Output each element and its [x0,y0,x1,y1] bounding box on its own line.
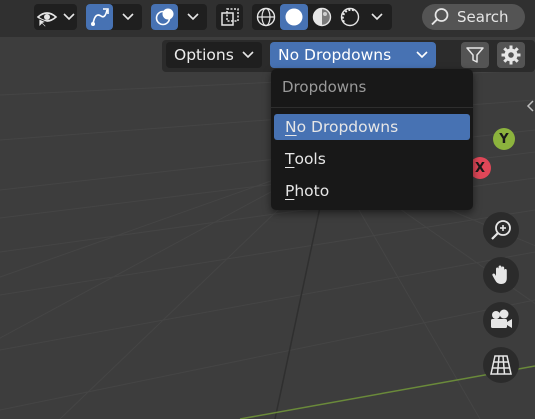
settings-button[interactable] [497,42,525,68]
search-label: Search [457,8,509,26]
menu-item-tools[interactable]: Tools [274,146,470,172]
chevron-down-icon[interactable] [182,4,204,30]
menu-item-label: o Dropdowns [296,118,399,136]
search-button[interactable]: Search [422,4,525,30]
menu-item-mnemonic: P [285,182,295,200]
camera-view-button[interactable] [483,302,519,338]
options-label: Options [174,46,234,64]
dropdowns-menu: Dropdowns No Dropdowns Tools Photo [271,69,473,210]
solid-icon[interactable] [280,4,308,30]
axis-x-label: X [474,160,486,176]
dropdowns-selector[interactable]: No Dropdowns [270,42,436,68]
zoom-icon [491,220,511,240]
options-dropdown[interactable]: Options [166,42,262,68]
chevron-down-icon [242,51,254,59]
eye-pointer-icon[interactable] [34,4,60,30]
menu-item-label: hoto [294,182,330,200]
chevron-down-icon[interactable] [366,4,388,30]
chevron-down-icon[interactable] [117,4,139,30]
menu-item-photo[interactable]: Photo [274,178,470,204]
zoom-button[interactable] [483,212,519,248]
menu-item-label: ools [294,150,326,168]
xray-icon[interactable] [216,4,243,30]
pan-button[interactable] [483,257,519,293]
axis-y-label: Y [499,131,509,147]
menu-item-mnemonic: T [285,150,295,168]
gear-icon [501,45,521,65]
menu-title: Dropdowns [282,78,367,96]
curve-tool-icon[interactable] [86,4,113,30]
menu-divider [271,107,473,108]
chevron-down-icon[interactable] [58,4,80,30]
menu-item-no-dropdowns[interactable]: No Dropdowns [274,114,470,140]
material-icon[interactable] [308,4,336,30]
axis-y-button[interactable]: Y [493,128,515,150]
chevron-down-icon [416,51,428,59]
camera-icon [491,309,512,328]
funnel-icon [466,47,484,63]
perspective-grid-icon [490,355,512,375]
search-icon [431,8,449,26]
perspective-toggle-button[interactable] [483,347,519,383]
wireframe-icon[interactable] [252,4,280,30]
menu-item-mnemonic: N [285,118,297,136]
filter-button[interactable] [461,42,489,68]
overlays-icon[interactable] [151,4,178,30]
chevron-left-icon [526,100,534,112]
hand-icon [492,265,507,284]
dropdown-value: No Dropdowns [278,46,392,64]
rendered-icon[interactable] [336,4,364,30]
sidebar-toggle[interactable] [525,96,535,116]
